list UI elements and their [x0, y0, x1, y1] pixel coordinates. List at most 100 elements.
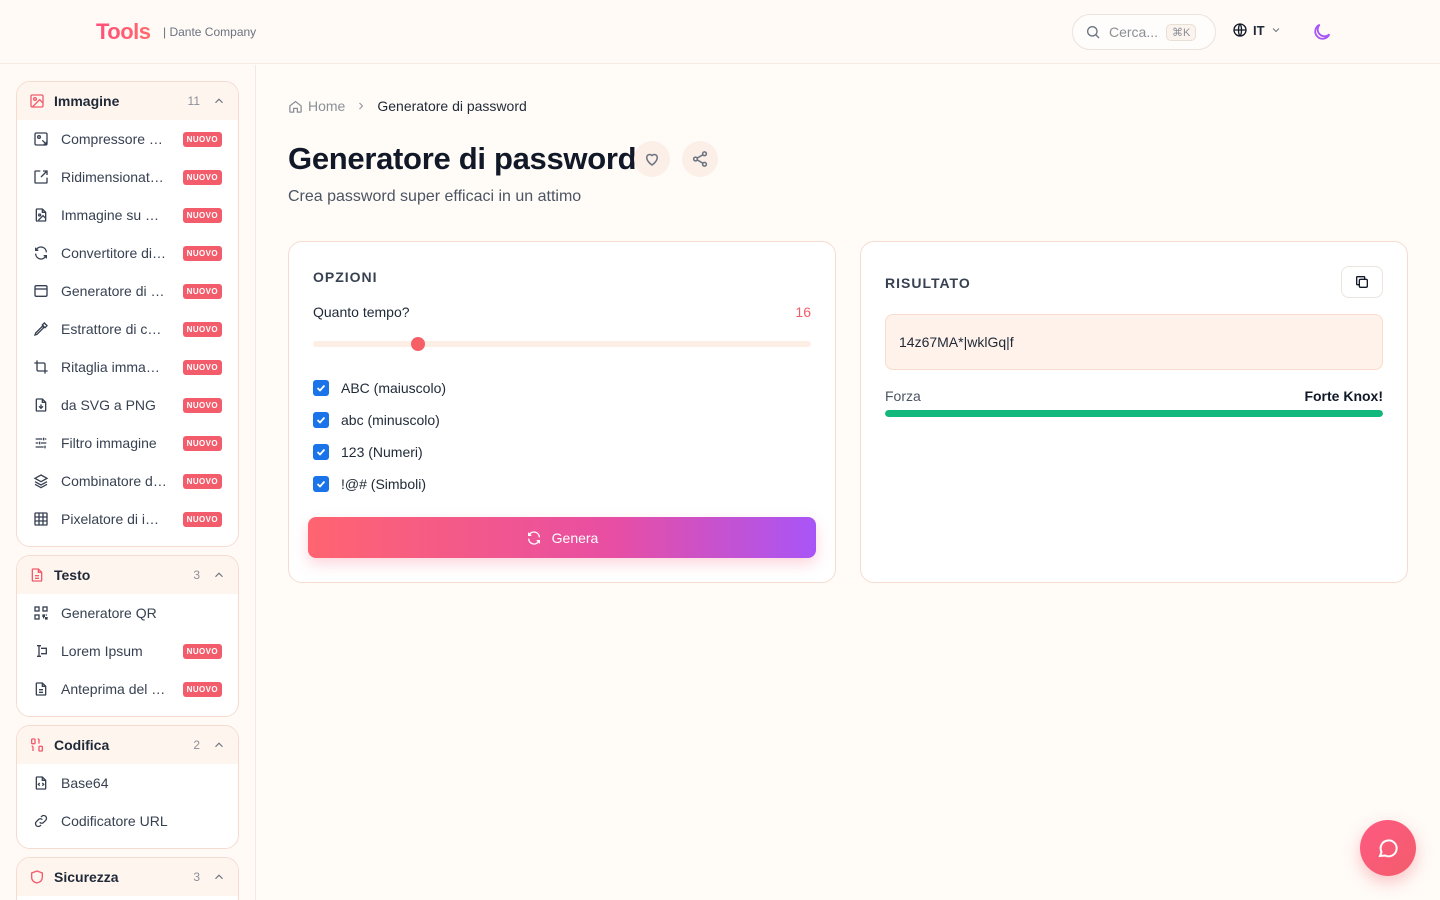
sidebar-group-header[interactable]: Immagine 11 [17, 82, 238, 120]
search-icon [1087, 26, 1100, 39]
sidebar-item-ridimensionatore[interactable]: Ridimensionatore NUOVO [17, 158, 238, 196]
copy-icon [1356, 276, 1368, 288]
favorite-button[interactable] [634, 141, 670, 177]
result-heading: RISULTATO [885, 275, 971, 291]
new-badge: NUOVO [182, 643, 222, 659]
chevron-down-icon [1272, 28, 1279, 33]
refresh-icon [527, 530, 540, 545]
checkbox-label: ABC (maiuscolo) [341, 380, 447, 396]
share-button[interactable] [682, 141, 718, 177]
moon-icon[interactable] [1311, 21, 1333, 43]
checkbox-label: abc (minuscolo) [341, 412, 440, 428]
sidebar-item-pixelatore[interactable]: Pixelatore di immagini NUOVO [17, 500, 238, 538]
sidebar-item-label: Codificatore URL [61, 813, 168, 829]
checkbox-box[interactable] [313, 444, 329, 460]
check-icon [316, 416, 326, 424]
home-icon[interactable] [288, 99, 303, 114]
image-compress-icon [34, 132, 48, 146]
sidebar-item-ritaglia[interactable]: Ritaglia immagine NUOVO [17, 348, 238, 386]
search-shortcut: ⌘K [1166, 23, 1197, 41]
sidebar-item-label: da SVG a PNG [61, 397, 156, 413]
resize-icon [34, 170, 48, 184]
new-badge: NUOVO [182, 321, 222, 337]
length-label: Quanto tempo? [313, 304, 410, 320]
sidebar-item-url[interactable]: Codificatore URL [17, 802, 238, 840]
sidebar-item-base64[interactable]: Base64 [17, 764, 238, 802]
sidebar: Immagine 11 Compressore di immagini NUOV… [0, 65, 256, 900]
checkbox-label: !@# (Simboli) [341, 476, 427, 492]
sidebar-item-qr[interactable]: Generatore QR [17, 594, 238, 632]
sidebar-item-svg-png[interactable]: da SVG a PNG NUOVO [17, 386, 238, 424]
file-text-icon [31, 568, 43, 582]
new-badge: NUOVO [182, 283, 222, 299]
sidebar-group-title: Testo [54, 567, 91, 583]
sidebar-group-count: 3 [193, 568, 200, 582]
sidebar-item-label: Immagine su Base64 [61, 207, 167, 223]
sidebar-item-convertitore[interactable]: Convertitore di formato NUOVO [17, 234, 238, 272]
language-selector[interactable]: IT [1232, 22, 1282, 38]
length-slider-thumb[interactable] [410, 337, 425, 351]
binary-icon [31, 738, 43, 752]
numbers-checkbox[interactable]: 123 (Numeri) [313, 444, 423, 460]
layers-icon [33, 474, 49, 489]
sliders-icon [35, 437, 47, 449]
chevron-right-icon [359, 102, 364, 110]
new-badge: NUOVO [182, 245, 222, 261]
file-image-icon [35, 208, 47, 222]
chevron-up-icon [215, 874, 223, 880]
app-logo[interactable]: Tools [96, 19, 151, 45]
file-code-icon [35, 398, 47, 412]
sidebar-item-label: Base64 [61, 775, 109, 791]
sidebar-group-header[interactable]: Codifica 2 [17, 726, 238, 764]
breadcrumb: Home Generatore di password [288, 98, 527, 114]
sidebar-group-header[interactable]: Sicurezza 3 [17, 858, 238, 896]
sidebar-group-immagine: Immagine 11 Compressore di immagini NUOV… [16, 81, 239, 547]
sidebar-group-count: 3 [193, 870, 200, 884]
sidebar-item-label: Ritaglia immagine [61, 359, 167, 375]
search-placeholder: Cerca... [1109, 24, 1159, 40]
checkbox-box[interactable] [313, 412, 329, 428]
lowercase-checkbox[interactable]: abc (minuscolo) [313, 412, 440, 428]
generate-label: Genera [551, 529, 599, 546]
new-badge: NUOVO [182, 397, 222, 413]
search-input[interactable]: Cerca... ⌘K [1072, 14, 1216, 50]
sidebar-item-label: Generatore QR [61, 605, 157, 621]
sidebar-item-label: Pixelatore di immagini [61, 511, 167, 527]
copy-button[interactable] [1341, 266, 1383, 298]
checkbox-box[interactable] [313, 380, 329, 396]
sidebar-item-label: Anteprima del Markdown [61, 681, 167, 697]
sidebar-item-compressore[interactable]: Compressore di immagini NUOVO [17, 120, 238, 158]
chat-button[interactable] [1360, 820, 1416, 876]
eyedropper-icon [33, 322, 48, 337]
strength-label: Forza [885, 388, 921, 404]
text-cursor-icon [37, 645, 47, 657]
result-card: RISULTATO 14z67MA*|wklGq|f Forza Forte K… [860, 241, 1408, 583]
sidebar-item-filtro[interactable]: Filtro immagine NUOVO [17, 424, 238, 462]
sidebar-item-markdown[interactable]: Anteprima del Markdown NUOVO [17, 670, 238, 708]
chevron-up-icon [215, 98, 223, 104]
sidebar-group-sicurezza: Sicurezza 3 [16, 857, 239, 900]
sidebar-group-title: Immagine [54, 93, 120, 109]
options-card: OPZIONI Quanto tempo? 16 ABC (maiuscolo)… [288, 241, 836, 583]
generate-button[interactable]: Genera [308, 517, 816, 558]
globe-icon [1233, 23, 1247, 37]
checkbox-box[interactable] [313, 476, 329, 492]
breadcrumb-home[interactable]: Home [308, 98, 345, 114]
length-slider[interactable] [313, 337, 811, 351]
password-output[interactable]: 14z67MA*|wklGq|f [885, 314, 1383, 370]
sidebar-group-header[interactable]: Testo 3 [17, 556, 238, 594]
sidebar-item-favicon[interactable]: Generatore di favicon NUOVO [17, 272, 238, 310]
sidebar-item-combinatore[interactable]: Combinatore di immagini NUOVO [17, 462, 238, 500]
symbols-checkbox[interactable]: !@# (Simboli) [313, 476, 426, 492]
sidebar-item-label: Compressore di immagini [61, 131, 167, 147]
sidebar-group-testo: Testo 3 Generatore QR Lorem Ipsum NUOVO … [16, 555, 239, 717]
sidebar-item-label: Ridimensionatore [61, 169, 167, 185]
sidebar-item-lorem[interactable]: Lorem Ipsum NUOVO [17, 632, 238, 670]
sidebar-group-codifica: Codifica 2 Base64 Codificatore URL [16, 725, 239, 849]
uppercase-checkbox[interactable]: ABC (maiuscolo) [313, 380, 446, 396]
length-value: 16 [795, 304, 811, 320]
sidebar-item-base64-image[interactable]: Immagine su Base64 NUOVO [17, 196, 238, 234]
new-badge: NUOVO [182, 473, 222, 489]
sidebar-item-estrattore-colori[interactable]: Estrattore di colori NUOVO [17, 310, 238, 348]
checkbox-label: 123 (Numeri) [341, 444, 423, 460]
